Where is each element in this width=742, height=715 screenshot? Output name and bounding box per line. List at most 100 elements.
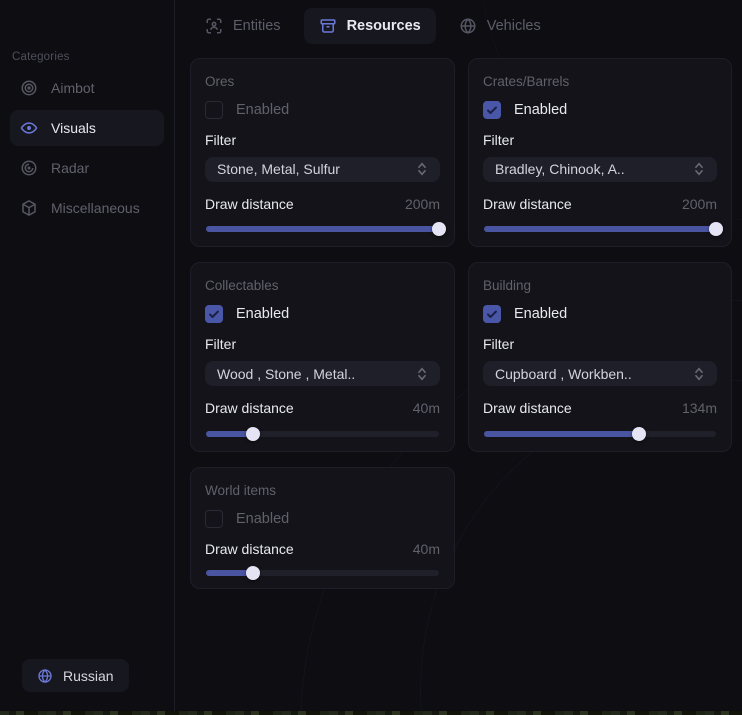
tab-resources[interactable]: Resources [304,8,436,44]
enabled-checkbox-row[interactable]: Enabled [205,101,440,119]
target-icon [20,79,38,97]
draw-distance-label: Draw distance [483,196,572,212]
sidebar-item-label: Aimbot [51,80,95,96]
draw-distance-row: Draw distance 40m [205,400,440,416]
tab-entities[interactable]: Entities [190,8,296,44]
checkbox-icon[interactable] [483,101,501,119]
filter-select-value: Stone, Metal, Sulfur [217,161,340,177]
filter-label: Filter [483,132,717,148]
card-building: Building Enabled Filter Cupboard , Workb… [468,262,732,452]
draw-distance-value: 134m [682,400,717,416]
draw-distance-value: 40m [413,400,440,416]
slider-thumb[interactable] [246,427,260,441]
draw-distance-value: 200m [682,196,717,212]
draw-distance-row: Draw distance 40m [205,541,440,557]
slider-fill [484,431,639,437]
enabled-label: Enabled [514,306,567,322]
sidebar-item-radar[interactable]: Radar [10,150,164,186]
settings-grid: Ores Enabled Filter Stone, Metal, Sulfur… [190,58,732,589]
enabled-label: Enabled [514,102,567,118]
draw-distance-label: Draw distance [483,400,572,416]
card-title: Crates/Barrels [483,74,717,89]
draw-distance-slider[interactable] [206,569,439,576]
tab-vehicles[interactable]: Vehicles [444,8,556,44]
draw-distance-label: Draw distance [205,400,294,416]
card-collectables: Collectables Enabled Filter Wood , Stone… [190,262,455,452]
tab-label: Resources [347,18,421,34]
card-title: World items [205,483,440,498]
enabled-checkbox-row[interactable]: Enabled [205,510,440,528]
slider-fill [484,226,716,232]
enabled-label: Enabled [236,511,289,527]
sidebar: Categories Aimbot Visuals Radar Miscella… [0,0,175,711]
enabled-checkbox-row[interactable]: Enabled [483,101,717,119]
slider-thumb[interactable] [709,222,723,236]
globe-icon [37,668,53,684]
checkbox-icon[interactable] [205,305,223,323]
card-title: Building [483,278,717,293]
slider-fill [206,431,253,437]
filter-select[interactable]: Bradley, Chinook, A.. [483,157,717,182]
draw-distance-slider[interactable] [484,428,716,439]
sidebar-item-aimbot[interactable]: Aimbot [10,70,164,106]
categories-label: Categories [12,51,70,63]
chevron-updown-icon [416,162,428,176]
draw-distance-row: Draw distance 200m [483,196,717,212]
filter-select-value: Wood , Stone , Metal.. [217,366,355,382]
archive-box-icon [319,17,337,35]
sidebar-item-label: Miscellaneous [51,200,140,216]
sidebar-nav: Aimbot Visuals Radar Miscellaneous [10,70,164,226]
tab-label: Entities [233,18,281,34]
chevron-updown-icon [693,162,705,176]
slider-thumb[interactable] [432,222,446,236]
tab-label: Vehicles [487,18,541,34]
filter-select[interactable]: Cupboard , Workben.. [483,361,717,386]
sidebar-item-visuals[interactable]: Visuals [10,110,164,146]
checkbox-icon[interactable] [483,305,501,323]
slider-fill [206,226,439,232]
sidebar-item-label: Visuals [51,120,96,136]
slider-fill [206,570,253,576]
card-title: Ores [205,74,440,89]
radar-icon [20,159,38,177]
draw-distance-row: Draw distance 134m [483,400,717,416]
draw-distance-slider[interactable] [206,224,439,234]
draw-distance-value: 200m [405,196,440,212]
filter-select[interactable]: Stone, Metal, Sulfur [205,157,440,182]
enabled-label: Enabled [236,102,289,118]
checkbox-icon[interactable] [205,510,223,528]
slider-thumb[interactable] [246,566,260,580]
game-background-strip [0,711,742,715]
draw-distance-slider[interactable] [206,428,439,439]
card-title: Collectables [205,278,440,293]
card-crates-barrels: Crates/Barrels Enabled Filter Bradley, C… [468,58,732,247]
sidebar-item-label: Radar [51,160,89,176]
language-button[interactable]: Russian [22,659,129,692]
draw-distance-slider[interactable] [484,224,716,234]
filter-label: Filter [483,336,717,352]
person-scan-icon [205,17,223,35]
draw-distance-label: Draw distance [205,541,294,557]
filter-label: Filter [205,132,440,148]
chevron-updown-icon [416,367,428,381]
eye-icon [20,119,38,137]
filter-select[interactable]: Wood , Stone , Metal.. [205,361,440,386]
filter-select-value: Bradley, Chinook, A.. [495,161,625,177]
chevron-updown-icon [693,367,705,381]
slider-thumb[interactable] [632,427,646,441]
draw-distance-row: Draw distance 200m [205,196,440,212]
filter-select-value: Cupboard , Workben.. [495,366,632,382]
sidebar-item-miscellaneous[interactable]: Miscellaneous [10,190,164,226]
checkbox-icon[interactable] [205,101,223,119]
tab-bar: Entities Resources Vehicles [190,8,556,44]
cube-icon [20,199,38,217]
draw-distance-label: Draw distance [205,196,294,212]
enabled-checkbox-row[interactable]: Enabled [483,305,717,323]
draw-distance-value: 40m [413,541,440,557]
card-world-items: World items Enabled Draw distance 40m [190,467,455,589]
globe-icon [459,17,477,35]
language-button-label: Russian [63,668,114,684]
filter-label: Filter [205,336,440,352]
enabled-checkbox-row[interactable]: Enabled [205,305,440,323]
enabled-label: Enabled [236,306,289,322]
